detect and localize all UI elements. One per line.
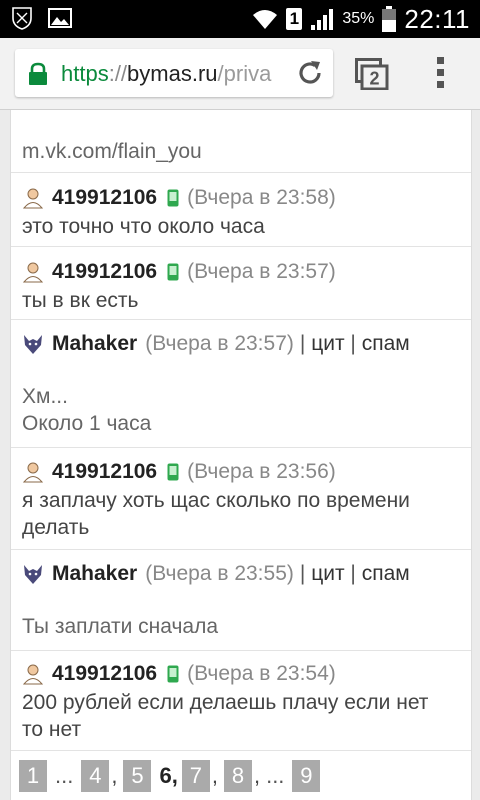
wifi-icon bbox=[253, 10, 278, 29]
battery-percent: 35% bbox=[342, 10, 375, 27]
page-button-4[interactable]: 4 bbox=[81, 760, 110, 792]
message-time: (Вчера в 23:57) bbox=[187, 260, 336, 283]
lock-icon bbox=[29, 62, 47, 85]
user-nick[interactable]: 419912106 bbox=[52, 260, 157, 284]
mobile-icon bbox=[167, 189, 179, 207]
list-item: 419912106 (Вчера в 23:54) 200 рублей есл… bbox=[11, 651, 471, 751]
spam-link[interactable]: спам bbox=[362, 562, 410, 585]
message-time: (Вчера в 23:57) bbox=[145, 332, 294, 355]
list-item: 419912106 (Вчера в 23:56) я заплачу хоть… bbox=[11, 448, 471, 550]
list-item: Mahaker (Вчера в 23:57) | цит | спам Хм.… bbox=[11, 320, 471, 448]
user-nick[interactable]: Mahaker bbox=[52, 332, 137, 356]
user-nick[interactable]: 419912106 bbox=[52, 186, 157, 210]
list-item: 419912106 (Вчера в 23:58) это точно что … bbox=[11, 173, 471, 247]
mobile-icon bbox=[167, 665, 179, 683]
spam-link[interactable]: спам bbox=[362, 332, 410, 355]
list-item: Mahaker (Вчера в 23:55) | цит | спам Ты … bbox=[11, 550, 471, 651]
pager-ellipsis: ... bbox=[266, 763, 285, 788]
page-button-1[interactable]: 1 bbox=[19, 760, 47, 792]
wolf-avatar-icon bbox=[24, 335, 42, 354]
message-actions: | цит | спам bbox=[299, 332, 410, 355]
message-text: Ты заплати сначала bbox=[22, 615, 219, 638]
mobile-icon bbox=[167, 263, 179, 281]
url-host: bymas.ru bbox=[127, 61, 218, 86]
wolf-avatar-icon bbox=[24, 565, 42, 584]
user-avatar-icon bbox=[22, 462, 44, 483]
list-item: 419912106 (Вчера в 23:57) ты в вк есть bbox=[11, 247, 471, 320]
message-text: я заплачу хоть щас сколько по времени bbox=[22, 489, 410, 512]
tab-switcher-icon[interactable]: 2 bbox=[355, 58, 389, 90]
message-actions: | цит | спам bbox=[299, 562, 410, 585]
user-avatar-icon bbox=[22, 664, 44, 685]
page-button-8[interactable]: 8 bbox=[223, 760, 252, 792]
message-time: (Вчера в 23:54) bbox=[187, 662, 336, 685]
user-nick[interactable]: 419912106 bbox=[52, 460, 157, 484]
message-time: (Вчера в 23:55) bbox=[145, 562, 294, 585]
browser-toolbar: https://bymas.ru/priva 2 bbox=[0, 38, 480, 110]
top-message-fragment: m.vk.com/flain_you bbox=[11, 110, 471, 173]
user-avatar-icon bbox=[22, 188, 44, 209]
message-text: это точно что около часа bbox=[22, 215, 265, 238]
reload-icon[interactable] bbox=[295, 58, 325, 88]
user-nick[interactable]: 419912106 bbox=[52, 662, 157, 686]
message-time: (Вчера в 23:56) bbox=[187, 460, 336, 483]
page-button-9[interactable]: 9 bbox=[292, 760, 321, 792]
url-text[interactable]: https://bymas.ru/priva bbox=[61, 61, 286, 87]
chat-content: m.vk.com/flain_you 419912106 (Вчера в 23… bbox=[10, 110, 472, 800]
battery-icon bbox=[382, 6, 397, 32]
user-avatar-icon bbox=[22, 262, 44, 283]
message-text: ты в вк есть bbox=[22, 289, 139, 312]
image-icon bbox=[48, 8, 72, 28]
address-bar[interactable]: https://bymas.ru/priva bbox=[15, 49, 333, 97]
message-text: Около 1 часа bbox=[22, 412, 152, 435]
message-text: делать bbox=[22, 516, 90, 539]
message-time: (Вчера в 23:58) bbox=[187, 186, 336, 209]
url-path: /priva bbox=[217, 61, 272, 86]
message-text: 200 рублей если делаешь плачу если нет bbox=[22, 691, 429, 714]
mobile-icon bbox=[167, 463, 179, 481]
quote-link[interactable]: цит bbox=[311, 332, 344, 355]
pagination: 1 ... 4, 5 6, 7, 8, ... 9 bbox=[19, 760, 328, 792]
quote-link[interactable]: цит bbox=[311, 562, 344, 585]
pager-ellipsis: ... bbox=[55, 763, 74, 788]
signal-icon bbox=[311, 9, 334, 30]
page-button-7[interactable]: 7 bbox=[181, 760, 210, 792]
current-page: 6, bbox=[159, 763, 178, 788]
clock: 22:11 bbox=[404, 3, 470, 34]
url-separator: :// bbox=[108, 61, 128, 86]
app-shield-icon bbox=[12, 7, 32, 30]
user-nick[interactable]: Mahaker bbox=[52, 562, 137, 586]
page-button-5[interactable]: 5 bbox=[123, 760, 152, 792]
message-text: то нет bbox=[22, 718, 82, 741]
message-text: Хм... bbox=[22, 385, 68, 408]
sim-icon: 1 bbox=[286, 8, 303, 30]
url-scheme: https bbox=[61, 61, 109, 86]
tab-count: 2 bbox=[369, 69, 379, 89]
overflow-menu-icon[interactable] bbox=[436, 56, 446, 90]
message-text: m.vk.com/flain_you bbox=[22, 140, 202, 163]
status-bar: 1 35% 22:11 bbox=[0, 0, 480, 38]
